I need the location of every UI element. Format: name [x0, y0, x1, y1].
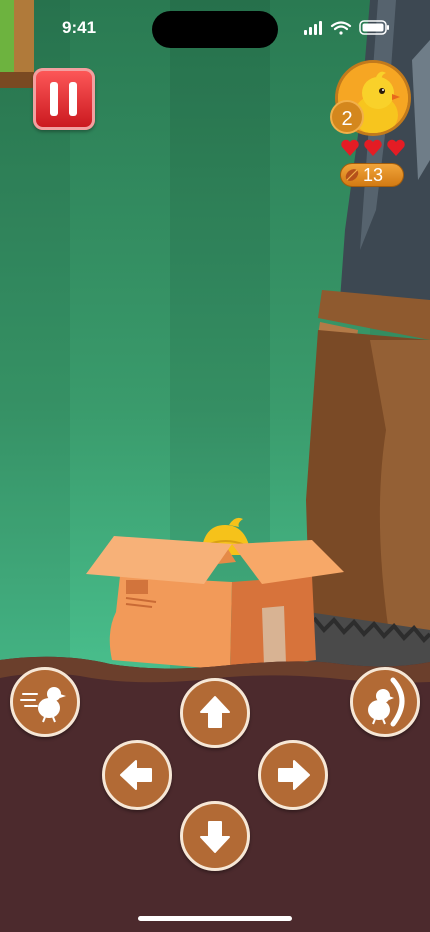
seed-count: 13	[363, 165, 384, 185]
shield-chick-icon	[368, 677, 405, 727]
status-bar: 9:41	[0, 0, 430, 56]
dash-chick-icon	[20, 687, 66, 723]
heart-icon	[387, 139, 405, 156]
status-time: 9:41	[62, 18, 97, 37]
arrow-down-icon	[200, 821, 230, 853]
dynamic-island	[152, 11, 278, 48]
arrow-right-icon	[278, 760, 310, 790]
game-screen: 9:41 2 13	[0, 0, 430, 932]
heart-icon	[341, 139, 359, 156]
left-button[interactable]	[102, 740, 172, 810]
level-badge: 2	[330, 100, 364, 134]
seed-counter: 13	[340, 163, 404, 187]
dash-button[interactable]	[10, 667, 80, 737]
right-button[interactable]	[258, 740, 328, 810]
up-button[interactable]	[180, 678, 250, 748]
heart-icon	[364, 139, 382, 156]
pause-button[interactable]	[33, 68, 95, 130]
lives-hearts	[341, 139, 405, 156]
shield-button[interactable]	[350, 667, 420, 737]
cellular-signal-icon	[304, 21, 322, 35]
battery-icon	[359, 20, 389, 35]
arrow-left-icon	[120, 760, 152, 790]
status-icons	[304, 20, 389, 35]
seed-icon	[345, 169, 359, 181]
pause-icon	[50, 82, 58, 116]
wifi-icon	[330, 21, 352, 35]
arrow-up-icon	[200, 696, 230, 728]
down-button[interactable]	[180, 801, 250, 871]
home-indicator[interactable]	[138, 916, 292, 921]
